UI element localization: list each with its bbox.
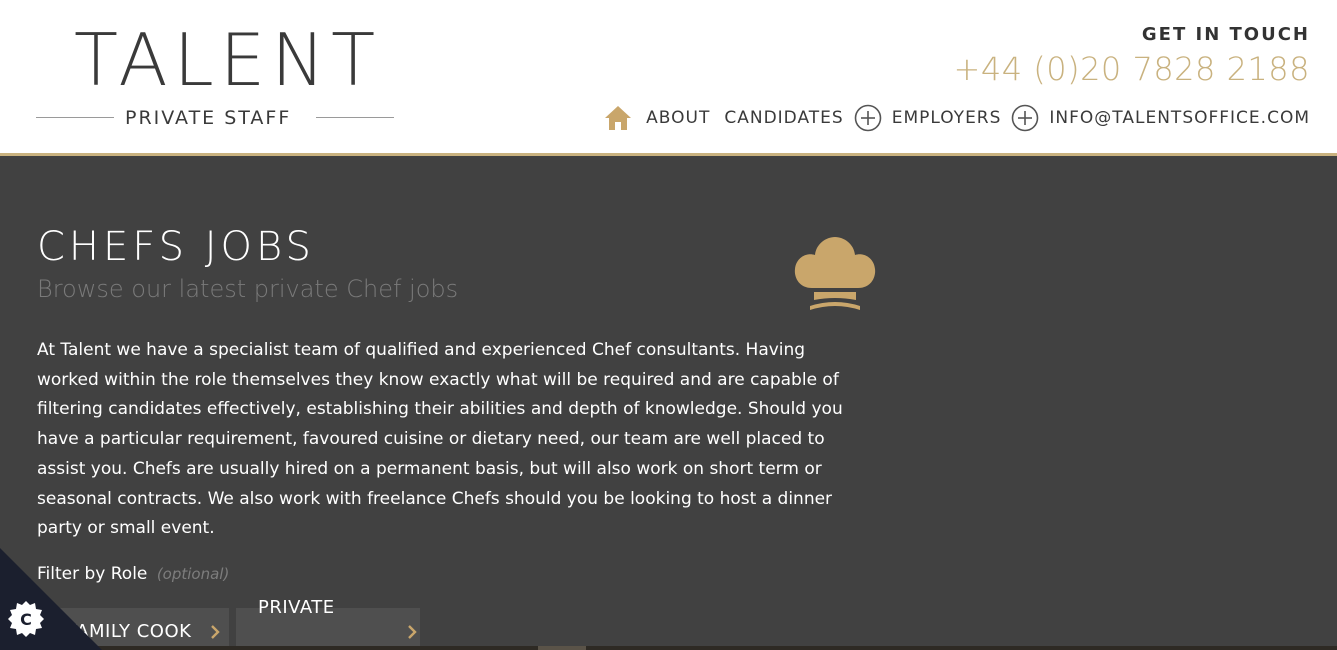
bottom-strip-marker <box>538 646 586 650</box>
role-label: PRIVATE CHEF <box>258 597 335 650</box>
intro-paragraph: At Talent we have a specialist team of q… <box>37 340 843 539</box>
bottom-strip <box>0 646 1337 650</box>
phone-link[interactable]: +44 (0)20 7828 2188 <box>954 50 1310 88</box>
role-button-private-chef[interactable]: PRIVATE CHEF <box>236 597 420 650</box>
logo-subline: PRIVATE STAFF <box>36 106 396 130</box>
nav-about[interactable]: ABOUT <box>646 104 710 132</box>
site-logo[interactable]: TALENT PRIVATE STAFF <box>36 24 396 134</box>
chevron-right-icon <box>406 624 420 640</box>
plus-circle-icon[interactable] <box>1011 104 1039 132</box>
logo-divider-right <box>316 117 394 118</box>
chef-hat-icon <box>792 236 878 314</box>
page-subtitle: Browse our latest private Chef jobs <box>37 275 459 303</box>
page-title: CHEFS JOBS <box>37 224 315 270</box>
logo-divider-left <box>36 117 114 118</box>
filter-optional-note: (optional) <box>156 565 230 583</box>
home-icon[interactable] <box>604 105 632 131</box>
nav-email[interactable]: INFO@TALENTSOFFICE.COM <box>1049 104 1310 132</box>
nav-candidates[interactable]: CANDIDATES <box>724 104 843 132</box>
cookie-letter: C <box>20 610 32 629</box>
contact-heading: GET IN TOUCH <box>1141 24 1310 45</box>
nav-employers[interactable]: EMPLOYERS <box>892 104 1002 132</box>
logo-wordmark: TALENT <box>74 18 382 102</box>
logo-tagline: PRIVATE STAFF <box>125 107 292 129</box>
cookie-settings-icon[interactable]: C <box>0 548 102 650</box>
site-header: TALENT PRIVATE STAFF GET IN TOUCH +44 (0… <box>0 0 1337 153</box>
main-nav: ABOUT CANDIDATES EMPLOYERS INFO@TALENTSO… <box>604 104 1310 132</box>
plus-circle-icon[interactable] <box>854 104 882 132</box>
hero-section: CHEFS JOBS Browse our latest private Che… <box>0 156 1337 650</box>
chevron-right-icon <box>209 624 223 640</box>
